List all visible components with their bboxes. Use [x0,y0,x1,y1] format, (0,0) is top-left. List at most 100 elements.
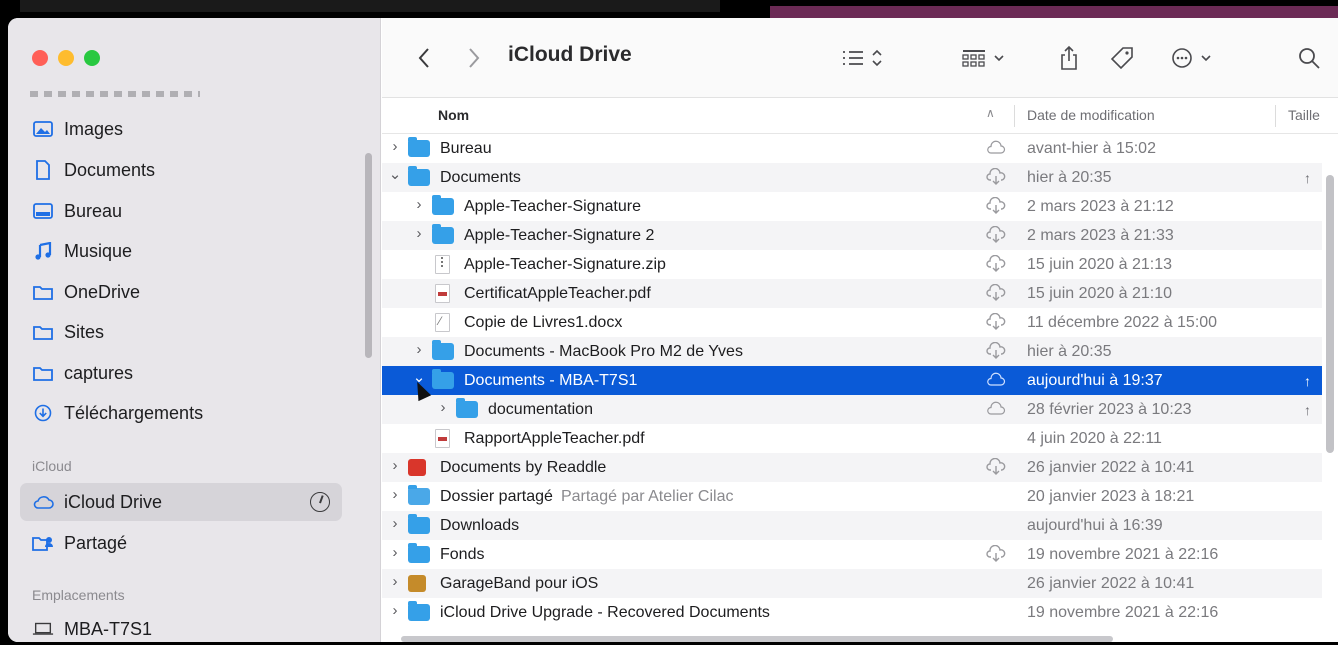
zoom-button[interactable] [84,50,100,66]
file-row[interactable]: › Dossier partagé Partagé par Atelier Cila… [382,482,1322,511]
file-row[interactable]: › Apple-Teacher-Signature 2 mars 2023 à 21… [382,192,1322,221]
disclosure-closed-icon[interactable]: › [388,602,402,619]
file-row[interactable]: › Apple-Teacher-Signature 2 2 mars 2023 à … [382,221,1322,250]
file-row[interactable]: › Bureau avant-hier à 15:02 [382,134,1322,163]
zip-file-icon [435,255,450,274]
file-row[interactable]: › Fonds 19 novembre 2021 à 22:16 [382,540,1322,569]
disclosure-closed-icon[interactable]: › [412,341,426,358]
disclosure-closed-icon[interactable]: › [412,225,426,242]
tag-button[interactable] [1104,42,1140,74]
readdle-app-icon [408,459,426,476]
sidebar-item-sites[interactable]: Sites [20,313,342,351]
minimize-button[interactable] [58,50,74,66]
file-name: Documents by Readdle [440,458,607,476]
sidebar-item-captures[interactable]: captures [20,354,342,392]
sidebar-item-mba-t7s1[interactable]: MBA-T7S1 [20,610,342,642]
more-actions-button[interactable] [1168,42,1224,74]
sidebar-item-images[interactable]: Images [20,110,342,148]
cloud-download-icon[interactable] [986,545,1006,563]
file-row[interactable]: › Downloads aujourd'hui à 16:39 [382,511,1322,540]
sidebar-scrollbar[interactable] [365,153,372,358]
disclosure-closed-icon[interactable]: › [388,515,402,532]
toolbar: iCloud Drive [382,18,1338,98]
file-row[interactable]: Apple-Teacher-Signature.zip 15 juin 2020 … [382,250,1322,279]
column-size[interactable]: Taille [1288,107,1320,123]
folder-icon [432,224,454,244]
music-note-icon [32,241,54,261]
file-row[interactable]: › iCloud Drive Upgrade - Recovered Docume… [382,598,1322,627]
file-name-cell: Fonds [440,546,484,564]
cloud-download-icon[interactable] [986,313,1006,331]
modified-date: aujourd'hui à 19:37 [1027,371,1163,389]
column-date[interactable]: Date de modification [1027,107,1155,123]
shared-by-label: Partagé par Atelier Cilac [560,487,734,505]
folder-icon [432,369,454,389]
sidebar-item-onedrive[interactable]: OneDrive [20,273,342,311]
modified-date: 4 juin 2020 à 22:11 [1027,429,1162,447]
disclosure-closed-icon[interactable]: › [436,399,450,416]
disclosure-closed-icon[interactable]: › [388,138,402,155]
file-row[interactable]: RapportAppleTeacher.pdf 4 juin 2020 à 22:… [382,424,1322,453]
file-row[interactable]: › documentation 28 février 2023 à 10:23 ↑ [382,395,1322,424]
cloud-download-icon[interactable] [986,342,1006,360]
cloud-download-icon[interactable] [986,168,1006,186]
file-row[interactable]: ⌄ Documents hier à 20:35 ↑ [382,163,1322,192]
share-button[interactable] [1054,42,1084,74]
modified-date: 19 novembre 2021 à 22:16 [1027,545,1219,563]
file-name: Fonds [440,545,485,563]
group-by-button[interactable] [960,42,1016,74]
cloud-download-icon[interactable] [986,284,1006,302]
modified-date: 15 juin 2020 à 21:10 [1027,284,1173,302]
download-icon [32,403,54,423]
file-row[interactable]: › GarageBand pour iOS 26 janvier 2022 à 10… [382,569,1322,598]
file-row[interactable]: Copie de Livres1.docx 11 décembre 2022 à … [382,308,1322,337]
back-button[interactable] [412,42,436,74]
disclosure-closed-icon[interactable]: › [388,457,402,474]
file-row[interactable]: › Documents - MacBook Pro M2 de Yves hier … [382,337,1322,366]
horizontal-scrollbar[interactable] [401,636,1113,642]
sidebar-item-label: Documents [64,159,156,180]
file-name-cell: Documents by Readdle [440,459,606,477]
window-controls [32,50,100,66]
close-button[interactable] [32,50,48,66]
cloud-icon [986,371,1006,389]
file-row[interactable]: › Documents by Readdle 26 janvier 2022 à 1… [382,453,1322,482]
modified-date: aujourd'hui à 16:39 [1027,516,1163,534]
cloud-download-icon[interactable] [986,458,1006,476]
column-divider[interactable] [1014,105,1015,127]
column-divider[interactable] [1275,105,1276,127]
file-name: Copie de Livres1.docx [464,313,623,331]
sidebar-item-partage[interactable]: Partagé [20,524,342,562]
sidebar-item-bureau[interactable]: Bureau [20,192,342,230]
cloud-download-icon[interactable] [986,255,1006,273]
disclosure-closed-icon[interactable]: › [388,486,402,503]
file-row[interactable]: CertificatAppleTeacher.pdf 15 juin 2020 à… [382,279,1322,308]
view-options-button[interactable] [838,42,894,74]
desktop-icon [32,201,54,221]
column-name[interactable]: Nom [438,107,469,123]
sidebar-item-musique[interactable]: Musique [20,232,342,270]
tag-icon [1110,47,1133,70]
background-window [20,0,720,12]
file-name: Documents - MBA-T7S1 [464,371,638,389]
disclosure-closed-icon[interactable]: › [412,196,426,213]
file-name: RapportAppleTeacher.pdf [464,429,645,447]
modified-date: hier à 20:35 [1027,168,1112,186]
search-icon [1299,48,1320,69]
sidebar-item-icloud-drive[interactable]: iCloud Drive [20,483,342,521]
file-name-cell: CertificatAppleTeacher.pdf [464,285,651,303]
modified-date: 15 juin 2020 à 21:13 [1027,255,1173,273]
file-row[interactable]: ⌄ Documents - MBA-T7S1 aujourd'hui à 19:37… [382,366,1322,395]
search-button[interactable] [1294,42,1324,74]
sidebar-item-documents[interactable]: Documents [20,151,342,189]
vertical-scrollbar[interactable] [1326,175,1334,453]
forward-button[interactable] [462,42,486,74]
disclosure-open-icon[interactable]: ⌄ [388,165,402,183]
disclosure-closed-icon[interactable]: › [388,573,402,590]
disclosure-closed-icon[interactable]: › [388,544,402,561]
cloud-download-icon[interactable] [986,226,1006,244]
sort-ascending-icon: ∧ [986,106,995,120]
file-name-cell: Bureau [440,140,492,158]
sidebar-item-telechargements[interactable]: Téléchargements [20,394,342,432]
cloud-download-icon[interactable] [986,197,1006,215]
